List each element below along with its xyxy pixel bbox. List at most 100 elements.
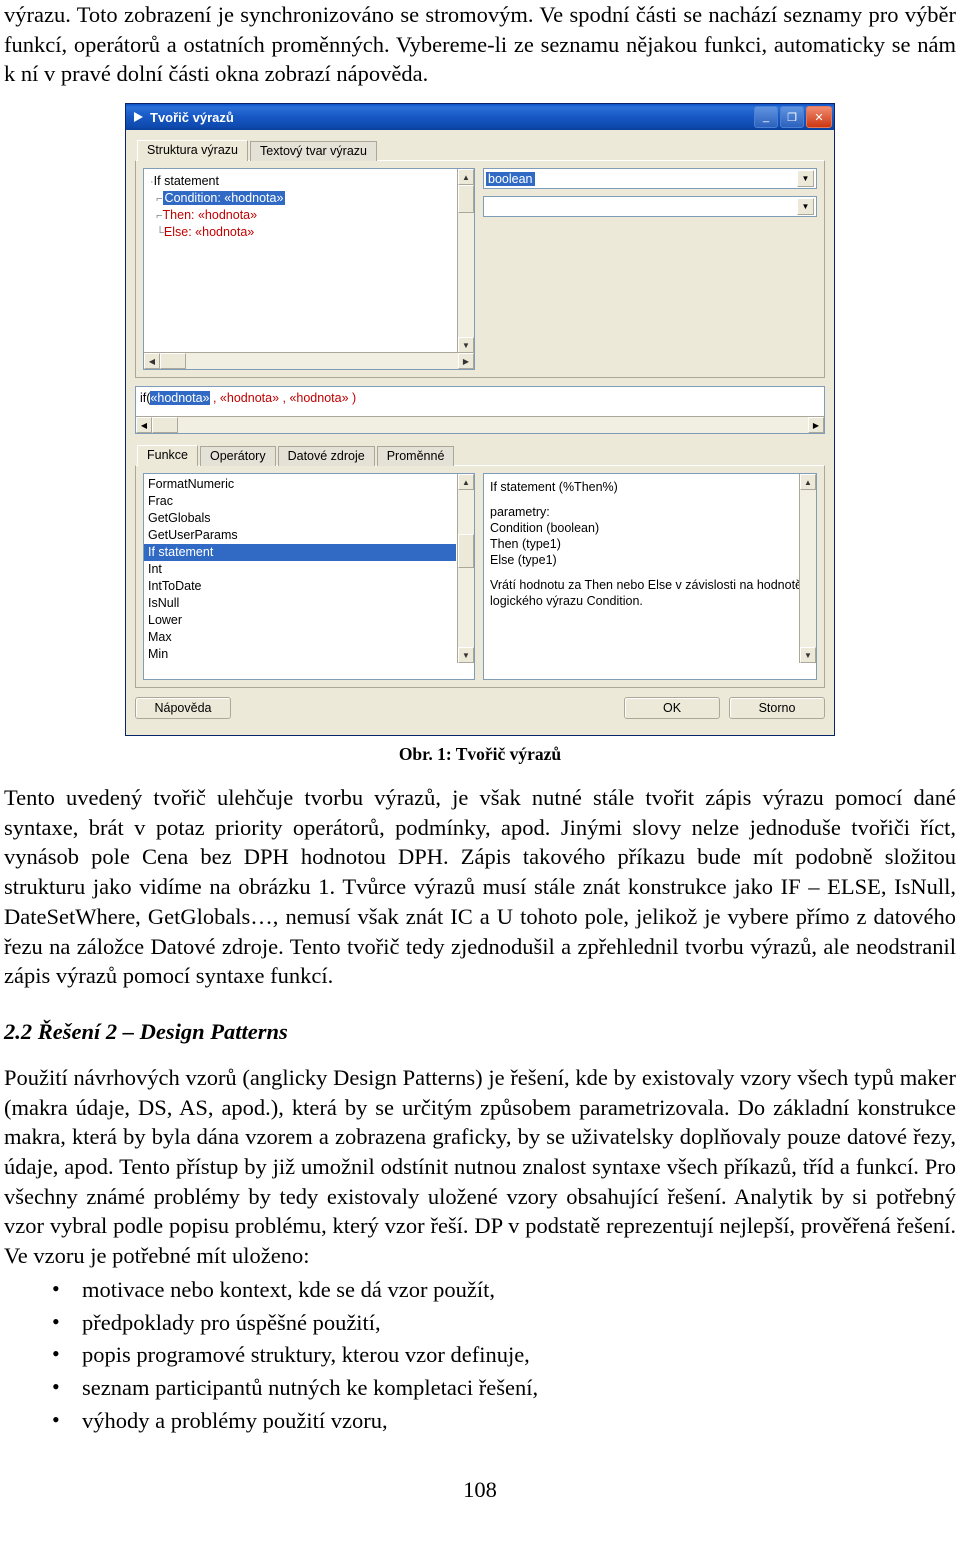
tab-funkce[interactable]: Funkce [137, 445, 198, 467]
section-heading: 2.2 Řešení 2 – Design Patterns [4, 1018, 288, 1044]
help-scrollbar[interactable]: ▲ ▼ [799, 474, 816, 664]
expression-builder-window: Tvořič výrazů _ ❐ ✕ Struktura výrazu Tex… [125, 103, 835, 737]
expression-suffix: , «hodnota» , «hodnota» ) [209, 391, 357, 406]
list-item: popis programové struktury, kterou vzor … [52, 1339, 956, 1371]
list-item: motivace nebo kontext, kde se dá vzor po… [52, 1274, 956, 1306]
expression-prefix: if( [140, 391, 151, 406]
function-list-scrollbar[interactable]: ▲ ▼ [457, 474, 474, 664]
func-scroll-thumb[interactable] [458, 534, 474, 569]
help-title: If statement (%Then%) [490, 480, 618, 495]
list-item: výhody a problémy použití vzoru, [52, 1405, 956, 1437]
maximize-button[interactable]: ❐ [780, 106, 804, 129]
help-scroll-down-icon[interactable]: ▼ [800, 647, 816, 664]
help-param: Then (type1) [490, 537, 561, 552]
minimize-button[interactable]: _ [754, 106, 778, 129]
help-param: Else (type1) [490, 553, 557, 568]
list-item: seznam participantů nutných ke kompletac… [52, 1372, 956, 1404]
type-combobox-value: boolean [486, 171, 535, 186]
help-param: Condition (boolean) [490, 521, 600, 536]
tab-datove-zdroje[interactable]: Datové zdroje [277, 446, 375, 467]
value-combobox[interactable]: ▼ [483, 196, 817, 218]
tab-textovy-tvar-vyrazu[interactable]: Textový tvar výrazu [250, 141, 377, 162]
figure-caption: Obr. 1: Tvořič výrazů [398, 744, 562, 765]
structure-row: ·If statement ⌐ Condition: «hodnota» ⌐The… [143, 168, 817, 371]
expression-text: if(«hodnota» , «hodnota» , «hodnota» ) [136, 387, 824, 409]
list-item[interactable]: FormatNumeric [144, 476, 474, 493]
tab-struktura-vyrazu[interactable]: Struktura výrazu [137, 140, 249, 162]
expression-tree-items: ·If statement ⌐ Condition: «hodnota» ⌐The… [144, 169, 474, 243]
value-editors: boolean ▼ ▼ [483, 168, 817, 370]
structure-panel: ·If statement ⌐ Condition: «hodnota» ⌐The… [135, 160, 825, 379]
hscroll-track[interactable] [160, 353, 458, 370]
tab-operatory[interactable]: Operátory [200, 446, 276, 467]
scroll-down-icon[interactable]: ▼ [458, 337, 474, 354]
list-item[interactable]: Int [144, 561, 474, 578]
function-list-items: FormatNumeric Frac GetGlobals GetUserPar… [144, 474, 474, 663]
expression-horizontal-scrollbar[interactable]: ◀ ▶ [136, 416, 824, 434]
scroll-right-icon[interactable]: ▶ [458, 353, 474, 370]
top-tabstrip: Struktura výrazu Textový tvar výrazu [137, 138, 825, 162]
tree-node-if[interactable]: ·If statement [150, 173, 472, 190]
list-item[interactable]: Max [144, 629, 474, 646]
window-titlebar: Tvořič výrazů _ ❐ ✕ [126, 104, 834, 131]
func-scroll-down-icon[interactable]: ▼ [458, 647, 474, 664]
expr-hscroll-track[interactable] [152, 417, 808, 434]
expression-text-box[interactable]: if(«hodnota» , «hodnota» , «hodnota» ) ◀… [135, 386, 825, 435]
expr-scroll-left-icon[interactable]: ◀ [136, 417, 152, 434]
expression-highlight: «hodnota» [150, 391, 210, 406]
window-body: Struktura výrazu Textový tvar výrazu ·If… [126, 130, 834, 736]
list-item[interactable]: Frac [144, 493, 474, 510]
document-page: výrazu. Toto zobrazení je synchronizován… [0, 0, 960, 1545]
confirm-buttons: OK Storno [624, 697, 825, 720]
bullet-list: motivace nebo kontext, kde se dá vzor po… [4, 1274, 956, 1437]
window-title: Tvořič výrazů [150, 109, 234, 125]
scroll-up-icon[interactable]: ▲ [458, 169, 474, 186]
functions-panel: FormatNumeric Frac GetGlobals GetUserPar… [135, 465, 825, 689]
bottom-tabstrip: Funkce Operátory Datové zdroje Proměnné [137, 443, 825, 467]
paragraph-design-patterns: Použití návrhových vzorů (anglicky Desig… [4, 1064, 956, 1268]
expr-hscroll-thumb[interactable] [152, 417, 178, 434]
list-item[interactable]: GetUserParams [144, 527, 474, 544]
scroll-left-icon[interactable]: ◀ [144, 353, 160, 370]
list-item[interactable]: GetGlobals [144, 510, 474, 527]
function-help-content: If statement (%Then%) parametry: Conditi… [484, 474, 816, 614]
list-item[interactable]: IntToDate [144, 578, 474, 595]
chevron-down-icon[interactable]: ▼ [797, 170, 814, 188]
list-item-selected[interactable]: If statement [144, 544, 456, 562]
close-button[interactable]: ✕ [806, 106, 832, 129]
help-description: Vrátí hodnotu za Then nebo Else v závisl… [490, 578, 803, 609]
tree-node-else[interactable]: └Else: «hodnota» [150, 224, 472, 241]
cancel-button[interactable]: Storno [729, 697, 825, 720]
tree-node-then[interactable]: ⌐Then: «hodnota» [150, 207, 472, 224]
expr-scroll-right-icon[interactable]: ▶ [808, 417, 824, 434]
paragraph-after-figure: Tento uvedený tvořič ulehčuje tvorbu výr… [4, 785, 956, 989]
play-triangle-icon [130, 109, 146, 125]
help-button[interactable]: Nápověda [135, 697, 231, 720]
tab-promenne[interactable]: Proměnné [376, 446, 455, 467]
function-list[interactable]: FormatNumeric Frac GetGlobals GetUserPar… [143, 473, 475, 681]
chevron-down-icon-2[interactable]: ▼ [797, 198, 814, 216]
func-scroll-up-icon[interactable]: ▲ [458, 474, 474, 491]
window-controls: _ ❐ ✕ [754, 106, 832, 129]
list-item[interactable]: Min [144, 646, 474, 663]
dialog-buttons: Nápověda OK Storno [135, 697, 825, 720]
help-scroll-up-icon[interactable]: ▲ [800, 474, 816, 491]
list-item[interactable]: IsNull [144, 595, 474, 612]
type-combobox[interactable]: boolean ▼ [483, 168, 817, 190]
help-params-label: parametry: [490, 505, 550, 520]
right-filler [483, 224, 817, 370]
ok-button[interactable]: OK [624, 697, 720, 720]
tree-horizontal-scrollbar[interactable]: ◀ ▶ [144, 352, 474, 370]
hscroll-thumb[interactable] [160, 353, 186, 370]
page-number: 108 [463, 1476, 497, 1502]
figure-screenshot: Tvořič výrazů _ ❐ ✕ Struktura výrazu Tex… [4, 103, 956, 737]
list-item: předpoklady pro úspěšné použití, [52, 1307, 956, 1339]
scroll-thumb[interactable] [458, 185, 474, 214]
function-help: If statement (%Then%) parametry: Conditi… [483, 473, 817, 681]
paragraph-intro: výrazu. Toto zobrazení je synchronizován… [4, 2, 956, 87]
expression-tree[interactable]: ·If statement ⌐ Condition: «hodnota» ⌐The… [143, 168, 475, 371]
window-statusbar [135, 719, 825, 726]
tree-node-condition[interactable]: ⌐ Condition: «hodnota» [150, 190, 472, 207]
list-item[interactable]: Lower [144, 612, 474, 629]
tree-vertical-scrollbar[interactable]: ▲ ▼ [457, 169, 474, 354]
